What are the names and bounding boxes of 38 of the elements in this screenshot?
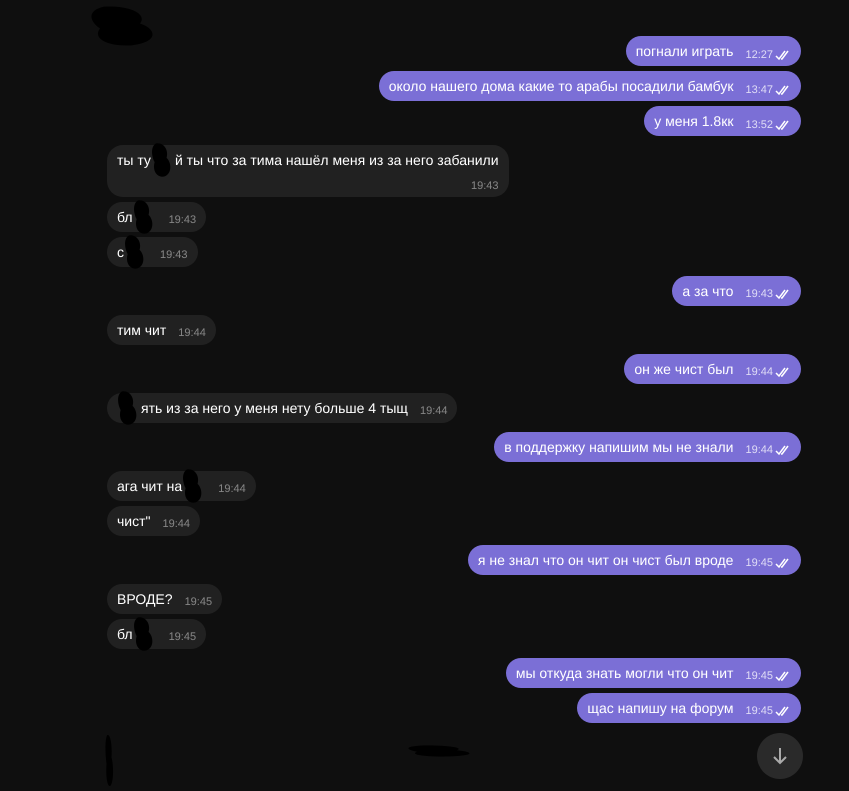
message-time: 19:44 xyxy=(162,517,190,532)
message-time: 19:44 xyxy=(745,365,773,380)
message-text: тим чит xyxy=(117,320,166,340)
message-text: щас напишу на форум xyxy=(587,698,734,718)
message-text: около нашего дома какие то арабы посадили бамбук xyxy=(388,77,734,96)
message-text: мы откуда знать могли что он чит xyxy=(516,664,734,682)
message-time: 19:45 xyxy=(745,556,773,571)
message-text: бл xyxy=(117,624,133,644)
message-time: 13:47 xyxy=(745,82,773,98)
message-text: у меня 1.8кк xyxy=(654,112,734,131)
message-time: 19:43 xyxy=(160,248,188,263)
message-time: 19:44 xyxy=(178,326,206,341)
message-text: в поддержку напишим мы не знали xyxy=(504,438,734,456)
message-text: он же чист был xyxy=(634,360,734,378)
message-text: ты ту xyxy=(117,151,151,170)
message-text: ять из за него у меня нету больше 4 тыщ xyxy=(141,398,408,418)
message-text: бл xyxy=(117,208,133,226)
message-text: а за что xyxy=(682,282,734,300)
message-time: 19:44 xyxy=(218,482,246,497)
message-time: 13:52 xyxy=(745,118,773,132)
message-text: чист" xyxy=(117,512,150,530)
message-time: 19:43 xyxy=(471,179,499,194)
message-text: ВРОДЕ? xyxy=(117,590,173,608)
message-time: 19:45 xyxy=(168,630,196,645)
message-text: с xyxy=(117,242,124,262)
message-time: 19:43 xyxy=(168,213,196,228)
message-time: 19:44 xyxy=(745,443,773,458)
message-time: 19:45 xyxy=(745,704,773,719)
message-text: ага чит на xyxy=(117,476,182,496)
message-time: 19:45 xyxy=(184,595,212,610)
message-time: 19:43 xyxy=(745,287,773,302)
message-text: й ты что за тима нашёл меня из за него забанили xyxy=(174,151,499,170)
message-time: 12:27 xyxy=(745,48,773,62)
message-text: я не знал что он чит он чист был вроде xyxy=(478,550,734,570)
message-time: 19:44 xyxy=(420,404,448,419)
message-time: 19:45 xyxy=(745,669,773,684)
message-text: погнали играть xyxy=(636,42,734,61)
scroll-down-button[interactable] xyxy=(757,733,803,779)
